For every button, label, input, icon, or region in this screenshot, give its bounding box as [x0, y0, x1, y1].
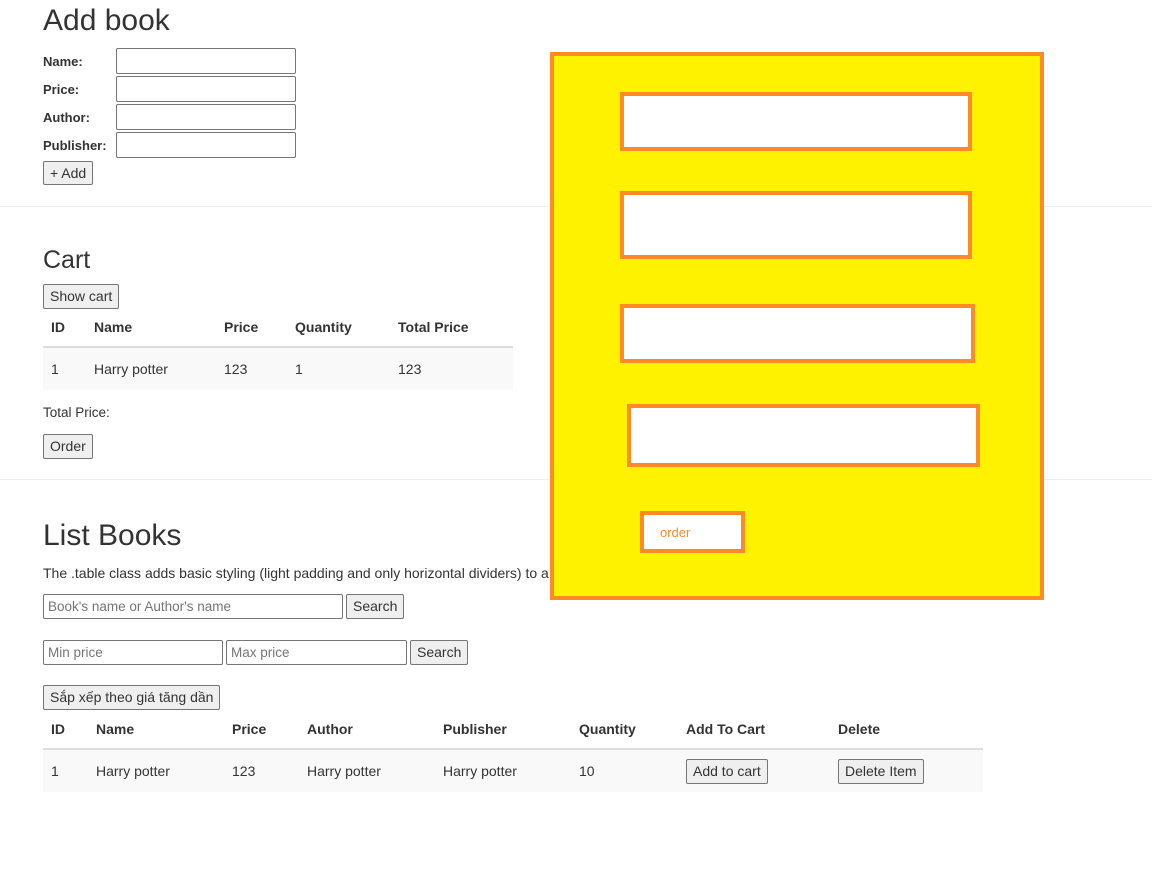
- order-field-4[interactable]: [627, 404, 980, 467]
- books-col-publisher: Publisher: [435, 710, 571, 750]
- table-row: 1 Harry potter 123 1 123: [43, 347, 513, 390]
- table-row: 1 Harry potter 123 Harry potter Harry po…: [43, 749, 983, 792]
- add-book-title: Add book: [43, 4, 170, 37]
- publisher-input[interactable]: [116, 132, 296, 158]
- name-input[interactable]: [116, 48, 296, 74]
- book-cell-name: Harry potter: [88, 749, 224, 792]
- order-field-1[interactable]: [620, 92, 972, 151]
- book-cell-id: 1: [43, 749, 88, 792]
- min-price-input[interactable]: [43, 640, 223, 665]
- book-cell-author: Harry potter: [299, 749, 435, 792]
- author-input[interactable]: [116, 104, 296, 130]
- books-col-id: ID: [43, 710, 88, 750]
- book-cell-publisher: Harry potter: [435, 749, 571, 792]
- cart-cell-price: 123: [216, 347, 287, 390]
- cart-col-quantity: Quantity: [287, 308, 390, 348]
- book-cell-delete: Delete Item: [830, 749, 983, 792]
- delete-item-button[interactable]: Delete Item: [838, 758, 924, 784]
- cart-col-price: Price: [216, 308, 287, 348]
- books-col-add-to-cart: Add To Cart: [678, 710, 830, 750]
- order-field-2[interactable]: [620, 191, 972, 259]
- sort-price-button[interactable]: Sắp xếp theo giá tăng dần: [43, 685, 221, 710]
- book-cell-price: 123: [224, 749, 299, 792]
- cart-header-row: ID Name Price Quantity Total Price: [43, 308, 513, 348]
- books-col-name: Name: [88, 710, 224, 750]
- order-button[interactable]: Order: [43, 434, 93, 459]
- book-search-input[interactable]: [43, 594, 343, 619]
- publisher-label: Publisher:: [43, 138, 107, 153]
- cart-col-name: Name: [86, 308, 216, 348]
- book-cell-add-to-cart: Add to cart: [678, 749, 830, 792]
- cart-table: ID Name Price Quantity Total Price 1 Har…: [43, 308, 513, 390]
- add-book-button[interactable]: + Add: [43, 161, 94, 185]
- panel-order-button[interactable]: order: [640, 511, 745, 553]
- total-price-label: Total Price:: [43, 405, 110, 420]
- price-label: Price:: [43, 82, 80, 97]
- order-field-3[interactable]: [620, 304, 975, 363]
- cart-col-total-price: Total Price: [390, 308, 513, 348]
- cart-cell-id: 1: [43, 347, 86, 390]
- books-table: ID Name Price Author Publisher Quantity …: [43, 710, 983, 792]
- name-label: Name:: [43, 54, 83, 69]
- cart-col-id: ID: [43, 308, 86, 348]
- books-col-author: Author: [299, 710, 435, 750]
- order-form-panel: order: [550, 52, 1044, 600]
- cart-cell-total: 123: [390, 347, 513, 390]
- cart-cell-quantity: 1: [287, 347, 390, 390]
- book-cell-quantity: 10: [571, 749, 678, 792]
- price-search-button[interactable]: Search: [410, 640, 469, 665]
- book-search-button[interactable]: Search: [346, 594, 405, 619]
- author-label: Author:: [43, 110, 90, 125]
- price-input[interactable]: [116, 76, 296, 102]
- cart-cell-name: Harry potter: [86, 347, 216, 390]
- table-description: The .table class adds basic styling (lig…: [43, 565, 549, 581]
- books-col-price: Price: [224, 710, 299, 750]
- add-to-cart-button[interactable]: Add to cart: [686, 758, 768, 784]
- show-cart-button[interactable]: Show cart: [43, 284, 120, 309]
- max-price-input[interactable]: [226, 640, 407, 665]
- books-col-quantity: Quantity: [571, 710, 678, 750]
- cart-title: Cart: [43, 246, 91, 274]
- books-col-delete: Delete: [830, 710, 983, 750]
- books-header-row: ID Name Price Author Publisher Quantity …: [43, 710, 983, 750]
- list-books-title: List Books: [43, 519, 182, 552]
